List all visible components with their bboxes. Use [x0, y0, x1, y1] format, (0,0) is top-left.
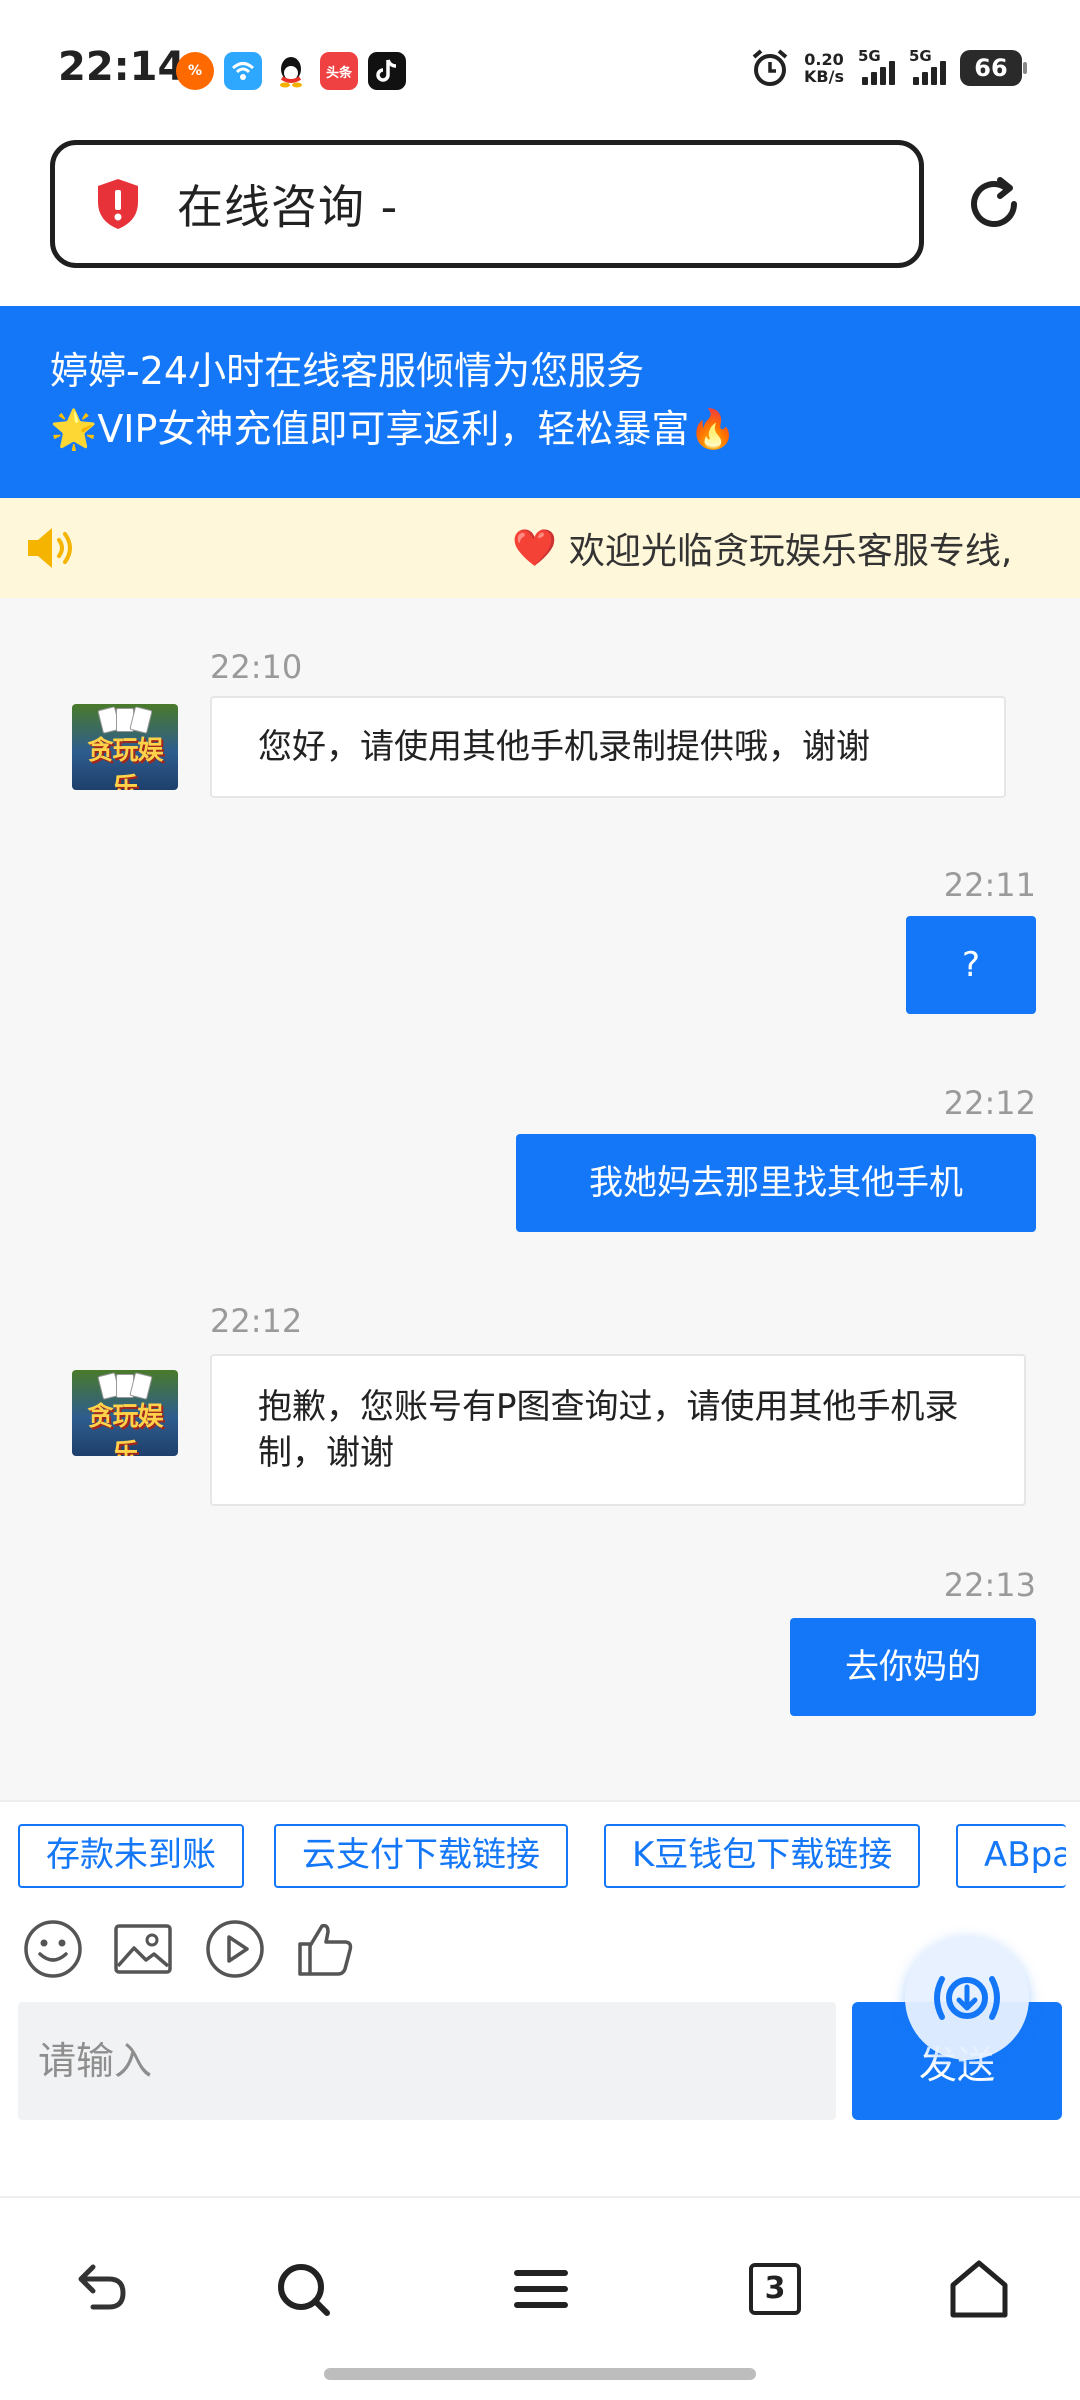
qq-icon — [272, 52, 310, 90]
battery-icon: 66 — [960, 50, 1027, 86]
network-speed: 0.20 KB/s — [804, 50, 844, 86]
tabs-button[interactable]: 3 — [740, 2254, 810, 2324]
menu-button[interactable] — [506, 2254, 576, 2324]
status-time: 22:14 — [58, 44, 186, 90]
quick-reply-chip[interactable]: 云支付下载链接 — [274, 1824, 568, 1888]
quick-reply-chip[interactable]: K豆钱包下载链接 — [604, 1824, 921, 1888]
banner-line-2: 🌟VIP女神充值即可享返利，轻松暴富🔥 — [50, 407, 737, 451]
back-icon — [78, 2264, 126, 2310]
signal-sim2-icon: 5G — [909, 47, 946, 85]
quick-reply-chip[interactable]: ABpay — [956, 1824, 1066, 1888]
image-icon[interactable] — [112, 1918, 174, 1980]
outgoing-message: 我她妈去那里找其他手机 — [516, 1134, 1036, 1232]
emoji-icon[interactable] — [22, 1918, 84, 1980]
speaker-icon — [28, 528, 72, 568]
menu-icon — [514, 2270, 568, 2308]
heart-icon: ❤️ — [512, 528, 557, 569]
message-time: 22:12 — [210, 1302, 303, 1340]
tiktok-icon — [368, 52, 406, 90]
tab-count: 3 — [749, 2263, 801, 2315]
page-title[interactable]: 在线咨询 - — [177, 171, 398, 237]
toutiao-icon: 头条 — [320, 52, 358, 90]
home-button[interactable] — [944, 2254, 1014, 2324]
notice-marquee-text: ❤️ 欢迎光临贪玩娱乐客服专线, — [512, 528, 1013, 572]
chat-area[interactable]: 22:10 贪玩娱乐 您好，请使用其他手机录制提供哦，谢谢 22:11 ? 22… — [0, 598, 1080, 1800]
message-time: 22:12 — [943, 1084, 1036, 1122]
notice-bar: ❤️ 欢迎光临贪玩娱乐客服专线, — [0, 498, 1080, 598]
home-indicator[interactable] — [324, 2368, 756, 2380]
home-icon — [950, 2260, 1008, 2318]
status-bar: 22:14 % 头条 0.20 KB/s 5G 5G 66 — [0, 0, 1080, 130]
shield-warning-icon[interactable] — [95, 177, 141, 231]
search-button[interactable] — [268, 2254, 338, 2324]
message-input[interactable] — [18, 2002, 836, 2120]
back-button[interactable] — [66, 2254, 136, 2324]
thumbs-up-icon[interactable] — [294, 1918, 356, 1980]
signal-sim1-icon: 5G — [858, 47, 895, 85]
message-time: 22:10 — [210, 648, 303, 686]
incoming-message: 您好，请使用其他手机录制提供哦，谢谢 — [210, 696, 1006, 798]
notification-icons: % 头条 — [176, 52, 406, 90]
search-icon — [278, 2264, 330, 2316]
agent-avatar: 贪玩娱乐 — [72, 704, 178, 790]
agent-avatar: 贪玩娱乐 — [72, 1370, 178, 1456]
banner-line-1: 婷婷-24小时在线客服倾情为您服务 — [50, 349, 645, 393]
outgoing-message: 去你妈的 — [790, 1618, 1036, 1716]
download-floating-button[interactable] — [905, 1936, 1029, 2060]
address-bar[interactable]: 在线咨询 - — [50, 140, 924, 268]
reload-icon[interactable] — [962, 172, 1026, 236]
download-icon — [934, 1976, 1000, 2020]
video-icon[interactable] — [204, 1918, 266, 1980]
taobao-icon: % — [176, 52, 214, 90]
quick-reply-chip[interactable]: 存款未到账 — [18, 1824, 244, 1888]
incoming-message: 抱歉，您账号有P图查询过，请使用其他手机录制，谢谢 — [210, 1354, 1026, 1506]
message-time: 22:13 — [943, 1566, 1036, 1604]
message-time: 22:11 — [943, 866, 1036, 904]
quick-reply-bar[interactable]: 存款未到账 云支付下载链接 K豆钱包下载链接 ABpay — [0, 1800, 1080, 1910]
service-banner: 婷婷-24小时在线客服倾情为您服务 🌟VIP女神充值即可享返利，轻松暴富🔥 — [0, 306, 1080, 498]
alarm-icon — [752, 49, 788, 86]
wifi-master-icon — [224, 52, 262, 90]
outgoing-message: ? — [906, 916, 1036, 1014]
